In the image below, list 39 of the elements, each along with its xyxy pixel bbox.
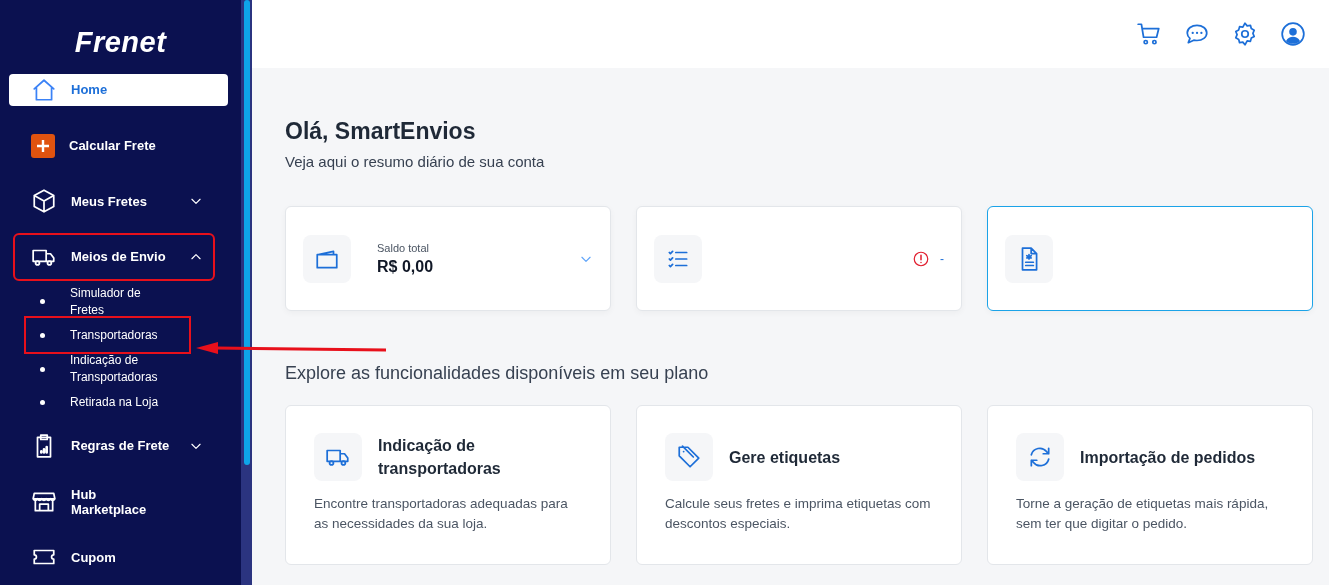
sidebar-item[interactable]: Meus Fretes <box>9 179 228 223</box>
feature-description: Encontre transportadoras adequadas para as necessidades da sua loja. <box>314 495 569 533</box>
feature-title: Importação de pedidos <box>1080 447 1256 468</box>
alert-icon <box>912 249 930 268</box>
sidebar-item[interactable]: Home <box>9 74 228 106</box>
plus-icon <box>31 133 55 158</box>
greeting-title: Olá, SmartEnvios <box>285 118 477 145</box>
submenu-item[interactable]: Retirada na Loja <box>40 386 221 419</box>
feature-title: Indicação de transportadoras <box>378 436 502 479</box>
sidebar-item[interactable]: Regras de Frete <box>9 424 228 468</box>
balance-value: R$ 0,00 <box>377 257 435 276</box>
section-title: Explore as funcionalidades disponíveis em seu plano <box>285 363 710 384</box>
settings-icon <box>1232 21 1258 47</box>
sidebar-item[interactable]: Cupom <box>9 535 228 579</box>
summary-card[interactable] <box>987 206 1313 311</box>
feature-card[interactable]: Gere etiquetas Calcule seus fretes e imprima etiquetas com descontos especiais. <box>636 405 962 565</box>
status-text: - <box>940 251 944 266</box>
submenu-item[interactable]: Transportadoras <box>26 318 189 353</box>
feature-title: Gere etiquetas <box>729 447 841 468</box>
feature-description: Calcule seus fretes e imprima etiquetas com descontos especiais. <box>665 495 932 533</box>
cart-icon <box>1136 21 1162 47</box>
summary-card[interactable]: Saldo total R$ 0,00 <box>285 206 611 311</box>
tag-icon <box>676 444 702 470</box>
sidebar-item[interactable]: Hub Marketplace <box>9 479 228 524</box>
feature-card[interactable]: Importação de pedidos Torne a geração de etiquetas mais rápida, sem ter que digitar o pedido. <box>987 405 1313 565</box>
submenu-item[interactable]: Indicação de Transportadoras <box>40 352 221 387</box>
user-avatar-icon <box>1280 21 1306 47</box>
box-icon <box>31 188 57 215</box>
greeting-subtitle: Veja aqui o resumo diário de sua conta <box>285 153 546 170</box>
sidebar-item[interactable]: Meios de Envio <box>15 235 213 279</box>
scrollbar-thumb[interactable] <box>243 0 250 465</box>
summary-card[interactable]: - <box>636 206 962 311</box>
submenu-item[interactable]: Simulador de Fretes <box>40 284 221 319</box>
logo[interactable]: Frenet <box>0 26 241 59</box>
feature-card[interactable]: Indicação de transportadoras Encontre transportadoras adequadas para as necessidades da sua loja. <box>285 405 611 565</box>
sidebar-item[interactable]: Calcular Frete <box>9 123 228 168</box>
feature-description: Torne a geração de etiquetas mais rápida, sem ter que digitar o pedido. <box>1016 495 1270 533</box>
balance-label: Saldo total <box>377 241 430 254</box>
refresh-icon <box>1027 444 1053 470</box>
